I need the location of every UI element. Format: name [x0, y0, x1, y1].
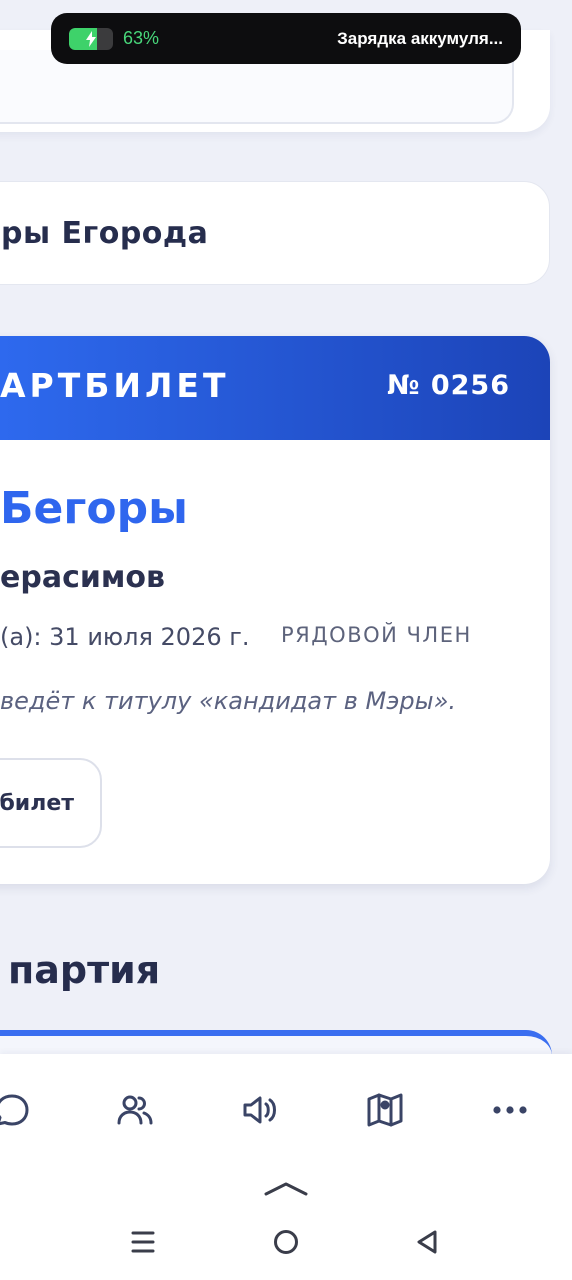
more-icon[interactable]	[490, 1090, 530, 1130]
system-navigation-bar	[0, 1172, 572, 1280]
chat-icon[interactable]	[0, 1090, 32, 1130]
city-title-card[interactable]: ры Егорода	[0, 181, 550, 285]
party-ticket-card: АРТБИЛЕТ № 0256 Бегоры ерасимов (а): 31 …	[0, 336, 550, 884]
ticket-action-button[interactable]: билет	[0, 758, 102, 848]
status-notification-pill[interactable]: 63% Зарядка аккумуля...	[51, 13, 521, 64]
membership-date: (а): 31 июля 2026 г.	[0, 623, 250, 651]
party-ticket-header: АРТБИЛЕТ № 0256	[0, 336, 550, 440]
member-name: ерасимов	[0, 560, 165, 595]
city-title: ры Егорода	[1, 215, 209, 251]
expand-up-icon[interactable]	[262, 1178, 310, 1202]
battery-icon	[69, 27, 113, 50]
charging-notification-text: Зарядка аккумуля...	[337, 28, 503, 48]
megaphone-icon[interactable]	[240, 1090, 280, 1130]
map-icon[interactable]	[365, 1090, 405, 1130]
battery-percent: 63%	[123, 28, 160, 48]
recent-apps-icon[interactable]	[130, 1229, 156, 1259]
bottom-navigation	[0, 1054, 572, 1172]
app-screen: 63% Зарядка аккумуля... ры Егорода АРТБИ…	[0, 0, 572, 1280]
home-icon[interactable]	[272, 1228, 300, 1260]
party-ticket-title: АРТБИЛЕТ	[0, 366, 230, 405]
ticket-action-label: билет	[0, 790, 74, 816]
member-rank-badge: РЯДОВОЙ ЧЛЕН	[281, 623, 472, 647]
party-ticket-number: № 0256	[386, 370, 510, 401]
party-name: Бегоры	[0, 483, 188, 534]
party-section-heading: партия	[8, 948, 161, 992]
back-icon[interactable]	[414, 1228, 442, 1260]
charging-bolt-icon	[69, 28, 113, 50]
ticket-note: ведёт к титулу «кандидат в Мэры».	[0, 687, 457, 715]
users-icon[interactable]	[115, 1090, 155, 1130]
